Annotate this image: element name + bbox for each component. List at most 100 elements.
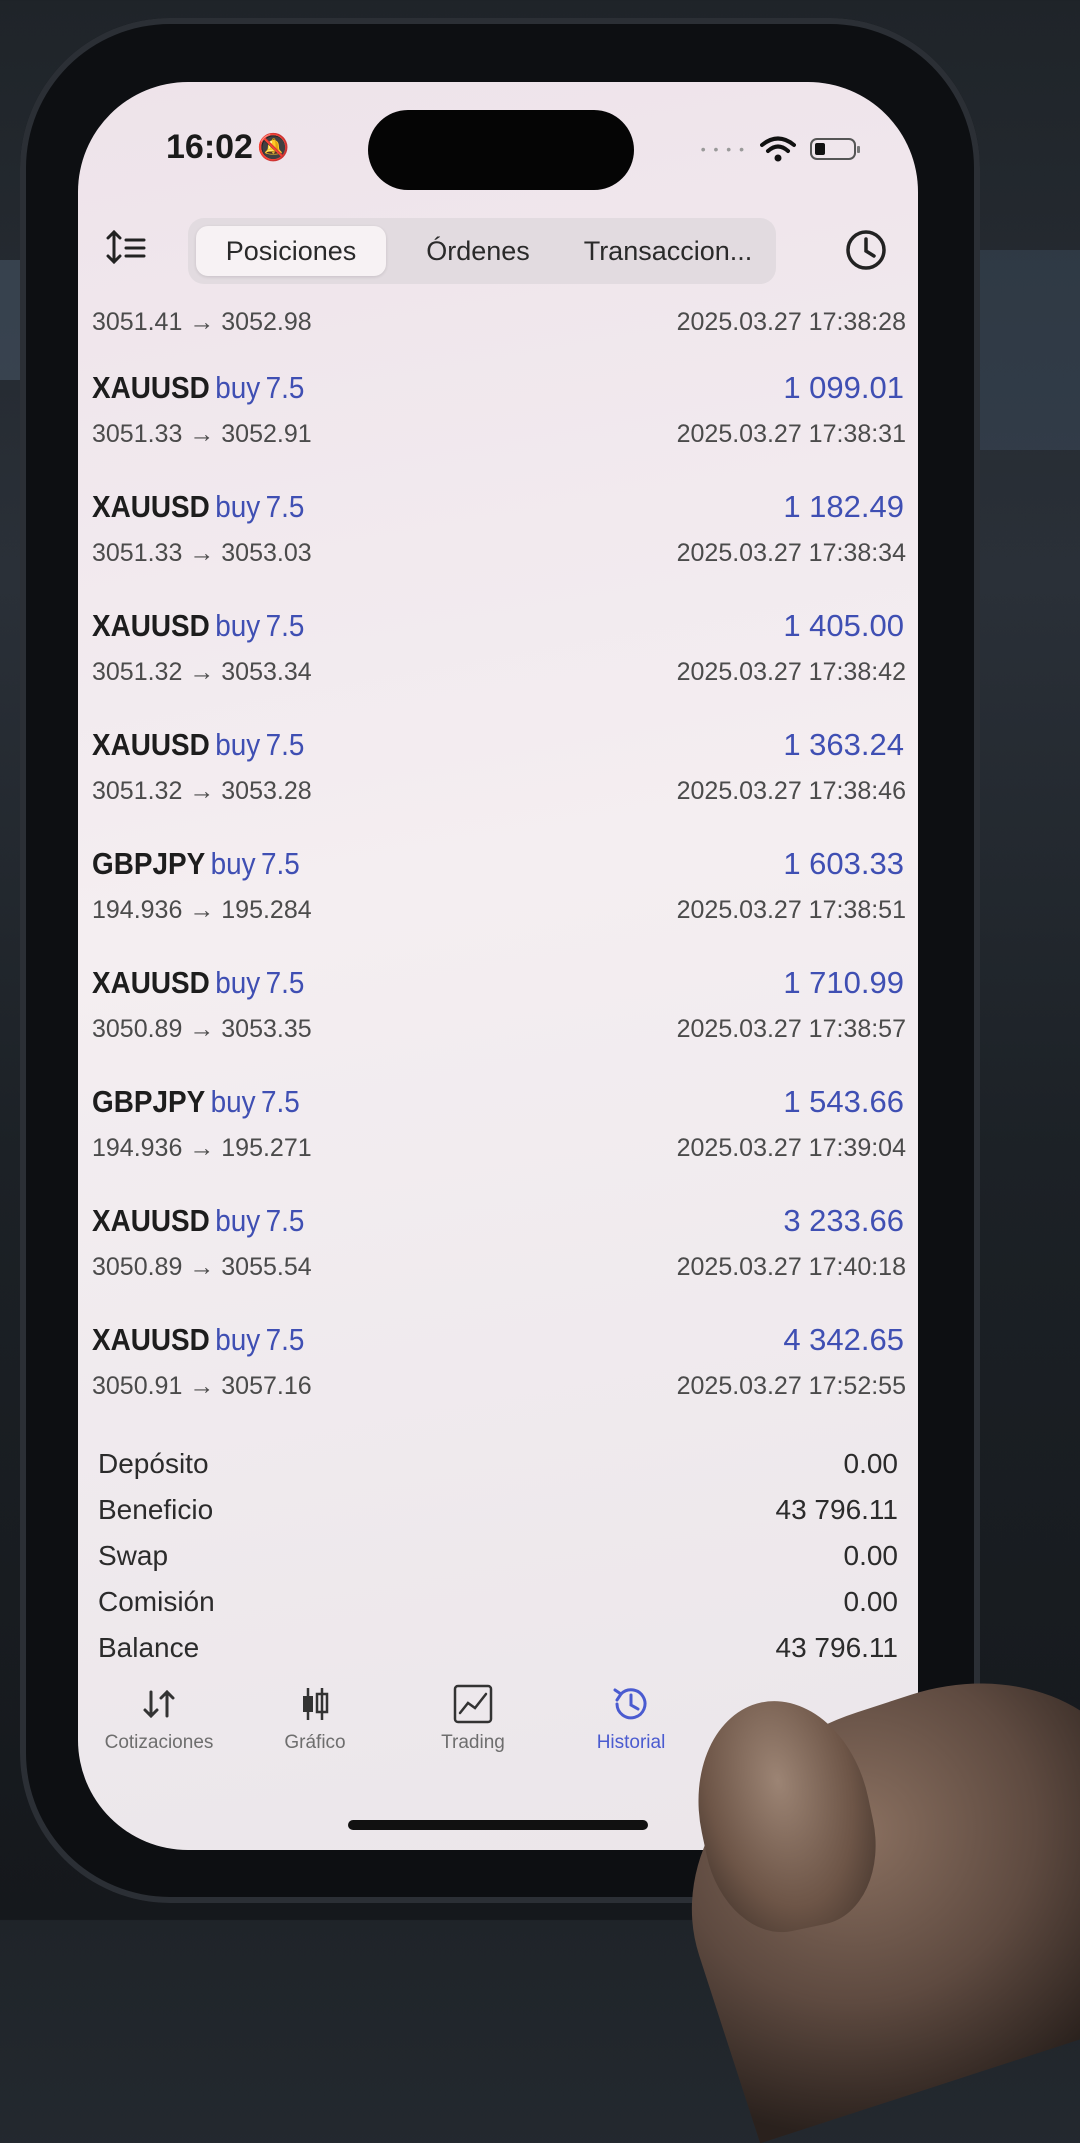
list-item[interactable]: XAUUSD buy 7.5 1 405.00 3051.32 → 3053.34 202… bbox=[78, 588, 918, 707]
trade-symbol: GBPJPY bbox=[92, 846, 206, 881]
trade-profit: 3 233.66 bbox=[783, 1203, 904, 1238]
dynamic-island bbox=[368, 110, 634, 190]
trade-symbol: XAUUSD bbox=[92, 489, 210, 524]
trade-type: buy bbox=[215, 1322, 261, 1357]
trade-title: XAUUSD buy 7.5 bbox=[92, 1203, 304, 1239]
trade-profit: 1 543.66 bbox=[783, 1084, 904, 1119]
trade-time: 2025.03.27 17:38:57 bbox=[676, 1015, 906, 1043]
quotes-arrows-icon bbox=[143, 1689, 175, 1719]
period-clock-icon[interactable] bbox=[844, 228, 888, 272]
trade-profit: 1 405.00 bbox=[783, 608, 904, 643]
trade-prices: 3051.32 → 3053.28 bbox=[92, 777, 312, 805]
candlestick-icon bbox=[303, 1688, 329, 1720]
status-indicators: • • • • bbox=[701, 136, 860, 162]
trade-symbol: GBPJPY bbox=[92, 1084, 206, 1119]
nav-quotes[interactable]: Cotizaciones bbox=[84, 1682, 234, 1754]
trade-time: 2025.03.27 17:40:18 bbox=[676, 1253, 906, 1281]
battery-icon bbox=[810, 138, 860, 160]
trade-time: 2025.03.27 17:38:31 bbox=[676, 420, 906, 448]
trade-type: buy bbox=[215, 370, 261, 405]
summary-panel: Depósito 0.00 Beneficio 43 796.11 Swap 0… bbox=[98, 1444, 898, 1674]
trade-type: buy bbox=[215, 727, 261, 762]
nav-trading[interactable]: Trading bbox=[398, 1682, 548, 1754]
list-item[interactable]: XAUUSD buy 7.5 3 233.66 3050.89 → 3055.54 202… bbox=[78, 1183, 918, 1302]
list-item[interactable]: GBPJPY buy 7.5 1 603.33 194.936 → 195.284 202… bbox=[78, 826, 918, 945]
trade-profit: 1 710.99 bbox=[783, 965, 904, 1000]
trade-type: buy bbox=[215, 608, 261, 643]
summary-label: Depósito bbox=[98, 1448, 209, 1479]
trade-title: GBPJPY buy 7.5 bbox=[92, 846, 300, 882]
trade-title: XAUUSD buy 7.5 bbox=[92, 1322, 304, 1358]
trade-profit: 4 342.65 bbox=[783, 1322, 904, 1357]
tab-positions[interactable]: Posiciones bbox=[196, 226, 386, 276]
segmented-control: Posiciones Órdenes Transaccion... bbox=[188, 218, 776, 284]
trade-title: XAUUSD buy 7.5 bbox=[92, 965, 304, 1001]
trade-prices: 3051.41 → 3052.98 bbox=[92, 308, 312, 336]
summary-label: Balance bbox=[98, 1632, 200, 1663]
trade-prices: 3050.89 → 3053.35 bbox=[92, 1015, 312, 1043]
summary-label: Comisión bbox=[98, 1586, 215, 1617]
home-indicator bbox=[348, 1820, 648, 1830]
sort-icon[interactable] bbox=[106, 228, 150, 268]
summary-row-deposit: Depósito 0.00 bbox=[98, 1444, 898, 1490]
wifi-icon bbox=[760, 136, 796, 162]
tab-transactions[interactable]: Transaccion... bbox=[568, 226, 768, 276]
trade-prices: 194.936 → 195.284 bbox=[92, 896, 312, 924]
summary-value: 0.00 bbox=[843, 1586, 899, 1617]
summary-row-swap: Swap 0.00 bbox=[98, 1536, 898, 1582]
history-list: 3051.41 → 3052.98 2025.03.27 17:38:28 XA… bbox=[78, 300, 918, 1421]
trade-prices: 3050.89 → 3055.54 bbox=[92, 1253, 312, 1281]
nav-label: Historial bbox=[596, 1732, 666, 1753]
trade-profit: 1 182.49 bbox=[783, 489, 904, 524]
trade-symbol: XAUUSD bbox=[92, 727, 210, 762]
list-item[interactable]: XAUUSD buy 7.5 1 099.01 3051.33 → 3052.91 202… bbox=[78, 350, 918, 469]
trade-prices: 194.936 → 195.271 bbox=[92, 1134, 312, 1162]
list-item[interactable]: XAUUSD buy 7.5 1 363.24 3051.32 → 3053.28 202… bbox=[78, 707, 918, 826]
trade-type: buy bbox=[215, 1203, 261, 1238]
trade-prices: 3051.33 → 3052.91 bbox=[92, 420, 312, 448]
trade-title: GBPJPY buy 7.5 bbox=[92, 1084, 300, 1120]
trade-symbol: XAUUSD bbox=[92, 1322, 210, 1357]
summary-value: 0.00 bbox=[843, 1448, 899, 1479]
trade-title: XAUUSD buy 7.5 bbox=[92, 608, 304, 644]
toolbar: Posiciones Órdenes Transaccion... bbox=[78, 214, 918, 284]
list-item[interactable]: XAUUSD buy 7.5 4 342.65 3050.91 → 3057.16 202… bbox=[78, 1302, 918, 1421]
trade-type: buy bbox=[215, 965, 261, 1000]
trade-prices: 3050.91 → 3057.16 bbox=[92, 1372, 312, 1400]
list-item[interactable]: XAUUSD buy 7.5 1 710.99 3050.89 → 3053.35 202… bbox=[78, 945, 918, 1064]
trade-title: XAUUSD buy 7.5 bbox=[92, 370, 304, 406]
trade-symbol: XAUUSD bbox=[92, 608, 210, 643]
nav-chart[interactable]: Gráfico bbox=[240, 1682, 390, 1754]
list-item[interactable]: GBPJPY buy 7.5 1 543.66 194.936 → 195.271 202… bbox=[78, 1064, 918, 1183]
phone-screen: 16:02 🔕 • • • • Posiciones Órdenes Transa… bbox=[78, 82, 918, 1850]
nav-history[interactable]: Historial bbox=[556, 1682, 706, 1754]
trade-prices: 3051.33 → 3053.03 bbox=[92, 539, 312, 567]
trade-title: XAUUSD buy 7.5 bbox=[92, 727, 304, 763]
trade-time: 2025.03.27 17:52:55 bbox=[676, 1372, 906, 1400]
list-item[interactable]: XAUUSD buy 7.5 1 182.49 3051.33 → 3053.03 202… bbox=[78, 469, 918, 588]
trade-volume: 7.5 bbox=[265, 489, 305, 524]
trading-chart-icon bbox=[453, 1684, 493, 1724]
tab-orders[interactable]: Órdenes bbox=[398, 226, 558, 276]
trade-profit: 1 363.24 bbox=[783, 727, 904, 762]
trade-time: 2025.03.27 17:38:34 bbox=[676, 539, 906, 567]
trade-volume: 7.5 bbox=[265, 965, 305, 1000]
trade-type: buy bbox=[210, 846, 256, 881]
trade-symbol: XAUUSD bbox=[92, 370, 210, 405]
nav-label: Trading bbox=[441, 1732, 505, 1753]
trade-time: 2025.03.27 17:39:04 bbox=[676, 1134, 906, 1162]
list-item-partial[interactable]: 3051.41 → 3052.98 2025.03.27 17:38:28 bbox=[78, 300, 918, 350]
trade-prices: 3051.32 → 3053.34 bbox=[92, 658, 312, 686]
trade-volume: 7.5 bbox=[265, 1322, 305, 1357]
trade-symbol: XAUUSD bbox=[92, 1203, 210, 1238]
summary-row-profit: Beneficio 43 796.11 bbox=[98, 1490, 898, 1536]
status-time-text: 16:02 bbox=[166, 128, 253, 166]
trade-volume: 7.5 bbox=[265, 727, 305, 762]
nav-label: Cotizaciones bbox=[104, 1732, 214, 1753]
trade-profit: 1 603.33 bbox=[783, 846, 904, 881]
bell-muted-icon: 🔕 bbox=[256, 132, 290, 162]
trade-type: buy bbox=[215, 489, 261, 524]
history-clock-icon bbox=[613, 1688, 647, 1720]
summary-value: 43 796.11 bbox=[775, 1494, 899, 1525]
trade-title: XAUUSD buy 7.5 bbox=[92, 489, 304, 525]
